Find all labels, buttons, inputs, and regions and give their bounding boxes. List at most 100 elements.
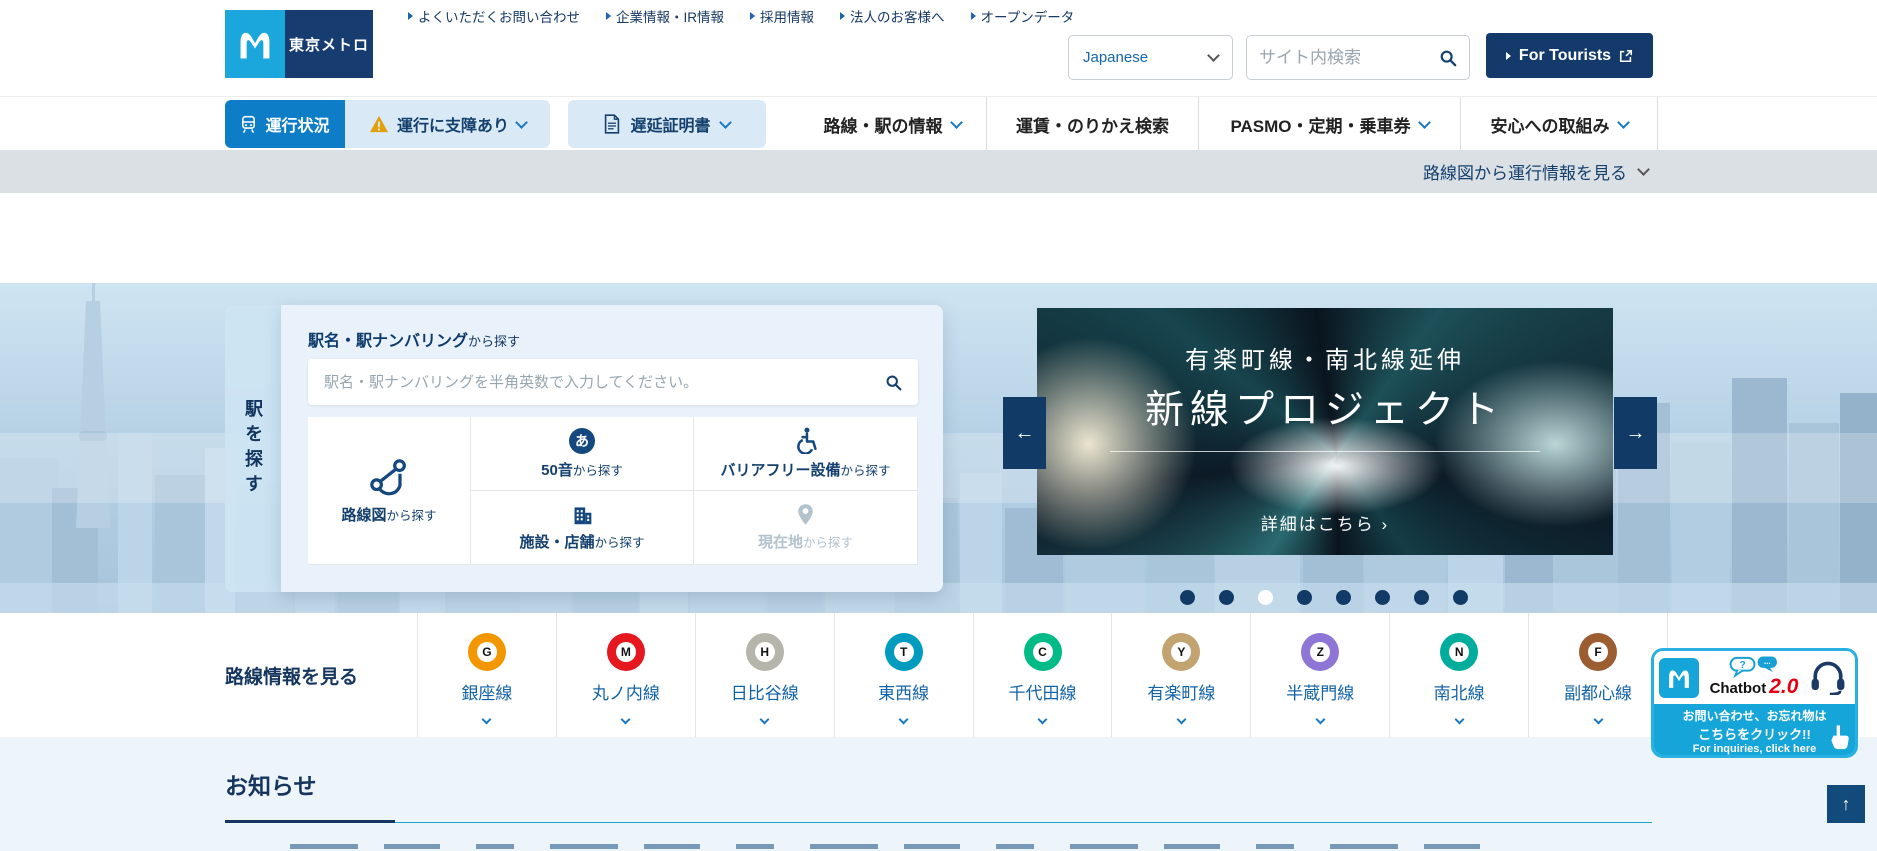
line-item-ginza[interactable]: G 銀座線 bbox=[417, 613, 556, 737]
scroll-to-top-button[interactable]: ↑ bbox=[1827, 785, 1865, 823]
for-tourists-button[interactable]: For Tourists bbox=[1486, 33, 1653, 78]
search-icon[interactable] bbox=[1439, 49, 1457, 67]
chevron-down-icon bbox=[1037, 714, 1048, 725]
line-item-tozai[interactable]: T 東西線 bbox=[833, 613, 973, 737]
slide-cta-link[interactable]: 詳細はこちら › bbox=[1037, 510, 1613, 535]
line-badge-icon: Z bbox=[1301, 633, 1340, 671]
route-map-status-bar: 路線図から運行情報を見る bbox=[0, 150, 1877, 193]
chevron-down-icon bbox=[515, 115, 528, 129]
option-label: 現在地から探す bbox=[757, 534, 854, 551]
language-select[interactable]: Japanese bbox=[1068, 35, 1233, 80]
chatbot-line3: For inquiries, click here bbox=[1692, 743, 1817, 755]
warning-icon bbox=[369, 115, 389, 133]
search-icon[interactable] bbox=[885, 374, 902, 391]
site-header: 東京メトロ よくいただくお問い合わせ 企業情報・IR情報 採用情報 法人のお客様… bbox=[0, 0, 1877, 96]
line-item-chiyoda[interactable]: C 千代田線 bbox=[972, 613, 1112, 737]
arrow-right-icon bbox=[750, 12, 755, 20]
line-item-hibiya[interactable]: H 日比谷線 bbox=[694, 613, 834, 737]
site-search-field bbox=[1246, 35, 1470, 80]
carousel-next-button[interactable]: → bbox=[1614, 397, 1657, 469]
option-label: 路線図から探す bbox=[341, 506, 437, 524]
chevron-down-icon bbox=[1315, 714, 1326, 725]
chevron-down-icon bbox=[718, 115, 732, 129]
option-label: 施設・店舗から探す bbox=[519, 534, 645, 551]
nav-item-fare-search[interactable]: 運賃・のりかえ検索 bbox=[986, 97, 1198, 151]
station-search-input[interactable] bbox=[324, 373, 885, 391]
chatbot-brand: Chatbot bbox=[1709, 680, 1767, 697]
carousel-dot-2[interactable] bbox=[1219, 590, 1234, 605]
arrow-right-icon bbox=[408, 12, 413, 20]
station-search-title: 駅名・駅ナンバリングから探す bbox=[308, 333, 521, 350]
delay-certificate-button[interactable]: 遅延証明書 bbox=[568, 100, 766, 148]
carousel-dot-5[interactable] bbox=[1336, 590, 1351, 605]
utility-link-opendata[interactable]: オープンデータ bbox=[970, 6, 1074, 26]
line-badge-icon: F bbox=[1579, 633, 1618, 671]
tokyo-metro-homepage: 東京メトロ よくいただくお問い合わせ 企業情報・IR情報 採用情報 法人のお客様… bbox=[0, 0, 1877, 851]
external-link-icon bbox=[1619, 49, 1633, 63]
line-badge-icon: Y bbox=[1162, 633, 1201, 671]
route-map-option[interactable]: 路線図から探す bbox=[308, 417, 471, 565]
arrow-right-icon bbox=[970, 12, 976, 20]
line-item-yurakucho[interactable]: Y 有楽町線 bbox=[1111, 613, 1250, 737]
chevron-down-icon bbox=[1454, 714, 1465, 725]
find-station-tab[interactable]: 駅を探す bbox=[225, 305, 281, 592]
line-item-namboku[interactable]: N 南北線 bbox=[1389, 613, 1528, 737]
nav-item-lines-stations[interactable]: 路線・駅の情報 bbox=[798, 97, 986, 151]
barrier-free-option[interactable]: バリアフリー設備から探す bbox=[694, 417, 918, 491]
utility-link-recruit[interactable]: 採用情報 bbox=[750, 6, 814, 26]
line-badge-icon: H bbox=[745, 633, 784, 671]
arrow-right-icon bbox=[606, 12, 611, 20]
carousel-dot-6[interactable] bbox=[1375, 590, 1390, 605]
current-location-option[interactable]: 現在地から探す bbox=[694, 491, 918, 565]
service-status-group: 運行状況 運行に支障あり bbox=[225, 100, 550, 148]
chevron-down-icon bbox=[481, 714, 492, 725]
arrow-right-icon bbox=[1505, 51, 1511, 60]
chevron-down-icon bbox=[949, 115, 963, 129]
option-label: バリアフリー設備から探す bbox=[720, 462, 891, 479]
slide-title-line1: 有楽町線・南北線延伸 bbox=[1185, 347, 1465, 374]
carousel-prev-button[interactable]: ← bbox=[1003, 397, 1046, 469]
metro-m-icon bbox=[225, 10, 285, 78]
option-label: 50音から探す bbox=[541, 461, 623, 479]
metro-logo[interactable]: 東京メトロ bbox=[225, 10, 373, 78]
chatbot-line2: こちらをクリック!! bbox=[1698, 727, 1811, 742]
chevron-down-icon bbox=[1207, 49, 1220, 62]
carousel-dot-7[interactable] bbox=[1414, 590, 1429, 605]
disruption-status-button[interactable]: 運行に支障あり bbox=[345, 100, 550, 148]
utility-nav: よくいただくお問い合わせ 企業情報・IR情報 採用情報 法人のお客様へ オープン… bbox=[408, 6, 1074, 26]
building-icon bbox=[571, 503, 594, 526]
carousel-slide-new-line-project[interactable]: 有楽町線・南北線延伸 新線プロジェクト 詳細はこちら › bbox=[1037, 308, 1613, 555]
route-map-status-link[interactable]: 路線図から運行情報を見る bbox=[1423, 150, 1650, 193]
nav-item-group: 路線・駅の情報 運賃・のりかえ検索 PASMO・定期・乗車券 安心への取組み bbox=[798, 97, 1658, 151]
line-badge-icon: G bbox=[467, 633, 506, 671]
clipped-news-row[interactable] bbox=[290, 844, 1480, 849]
site-search-input[interactable] bbox=[1259, 47, 1439, 68]
carousel-dots bbox=[1180, 590, 1468, 605]
nav-item-pasmo-tickets[interactable]: PASMO・定期・乗車券 bbox=[1198, 97, 1460, 151]
chatbot-version: 2.0 bbox=[1769, 675, 1799, 698]
svg-text:...: ... bbox=[1764, 657, 1771, 666]
line-item-hanzomon[interactable]: Z 半蔵門線 bbox=[1250, 613, 1389, 737]
train-status-button[interactable]: 運行状況 bbox=[225, 100, 345, 148]
chevron-right-icon: › bbox=[1381, 515, 1390, 534]
carousel-dot-1[interactable] bbox=[1180, 590, 1195, 605]
kana-option[interactable]: あ 50音から探す bbox=[471, 417, 694, 491]
carousel-dot-3-active[interactable] bbox=[1258, 590, 1273, 605]
news-section: お知らせ bbox=[0, 737, 1877, 851]
line-badge-icon: C bbox=[1023, 633, 1062, 671]
train-icon bbox=[240, 115, 257, 134]
carousel-dot-8[interactable] bbox=[1453, 590, 1468, 605]
utility-link-faq[interactable]: よくいただくお問い合わせ bbox=[408, 6, 580, 26]
chatbot-banner[interactable]: ?... Chatbot 2.0 お問い合わせ、お忘れ物は こちらをクリック!!… bbox=[1651, 648, 1858, 758]
carousel-dot-4[interactable] bbox=[1297, 590, 1312, 605]
facility-shop-option[interactable]: 施設・店舗から探す bbox=[471, 491, 694, 565]
nav-item-safety[interactable]: 安心への取組み bbox=[1460, 97, 1658, 151]
line-item-fukutoshin[interactable]: F 副都心線 bbox=[1528, 613, 1669, 737]
utility-link-corporate[interactable]: 企業情報・IR情報 bbox=[606, 6, 724, 26]
metro-m-icon bbox=[1659, 657, 1699, 698]
station-search-field bbox=[308, 359, 918, 405]
line-item-marunouchi[interactable]: M 丸ノ内線 bbox=[555, 613, 695, 737]
utility-link-business[interactable]: 法人のお客様へ bbox=[840, 6, 945, 26]
line-badge-icon: M bbox=[606, 633, 645, 671]
location-pin-icon bbox=[797, 503, 814, 526]
